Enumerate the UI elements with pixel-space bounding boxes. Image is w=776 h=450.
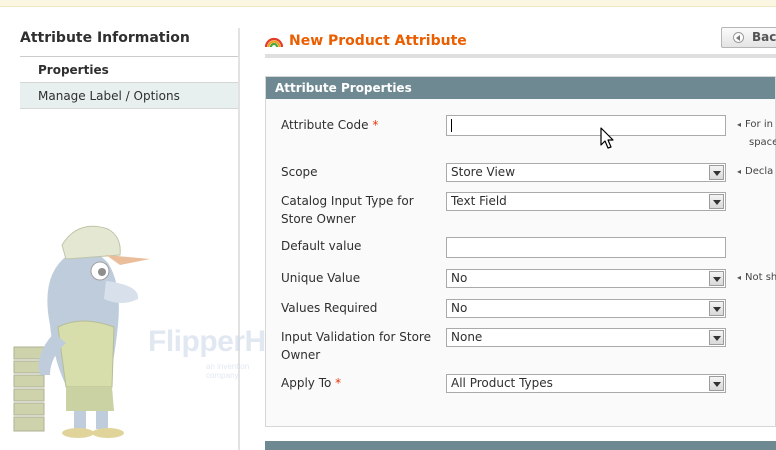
attribute-code-note: ◂ For in space — [737, 119, 776, 148]
attribute-code-label: Attribute Code * — [281, 118, 379, 132]
back-arrow-icon — [733, 32, 744, 43]
unique-value-label: Unique Value — [281, 271, 361, 285]
mouse-cursor-icon — [600, 127, 614, 149]
scope-label: Scope — [281, 165, 318, 179]
sidebar-title: Attribute Information — [20, 26, 240, 57]
default-value-input[interactable] — [446, 237, 726, 258]
scope-select[interactable]: Store View — [446, 163, 726, 182]
page-title: New Product Attribute — [289, 33, 467, 49]
attribute-code-input[interactable] — [446, 115, 726, 136]
chevron-down-icon — [709, 301, 724, 316]
back-button[interactable]: Back — [721, 27, 776, 48]
back-button-label: Back — [752, 30, 776, 44]
rainbow-icon — [265, 37, 283, 48]
next-fieldset-header — [265, 441, 776, 450]
chevron-down-icon — [709, 271, 724, 286]
text-caret — [451, 119, 452, 132]
chevron-down-icon — [709, 376, 724, 391]
input-validation-label: Input Validation for Store Owner — [281, 330, 431, 362]
sidebar: Attribute Information Properties Manage … — [20, 26, 240, 109]
watermark-logo: FlipperHost an invention company — [10, 215, 310, 445]
sidebar-item-properties[interactable]: Properties — [20, 57, 240, 83]
chevron-down-icon — [709, 194, 724, 209]
apply-to-select[interactable]: All Product Types — [446, 374, 726, 393]
sidebar-item-manage-label-options[interactable]: Manage Label / Options — [20, 83, 240, 109]
catalog-input-type-label: Catalog Input Type for Store Owner — [281, 194, 414, 226]
scope-note: ◂ Decla — [737, 166, 774, 177]
catalog-input-type-select[interactable]: Text Field — [446, 192, 726, 211]
default-value-label: Default value — [281, 239, 362, 253]
top-notification-strip — [0, 0, 776, 7]
apply-to-label: Apply To * — [281, 376, 342, 390]
chevron-down-icon — [709, 165, 724, 180]
chevron-down-icon — [709, 330, 724, 345]
attribute-properties-fieldset: Attribute Properties Attribute Code * ◂ F… — [265, 76, 776, 427]
values-required-label: Values Required — [281, 301, 378, 315]
unique-value-select[interactable]: No — [446, 269, 726, 288]
values-required-select[interactable]: No — [446, 299, 726, 318]
unique-value-note: ◂ Not sh — [737, 272, 776, 283]
fieldset-title: Attribute Properties — [266, 77, 775, 99]
input-validation-select[interactable]: None — [446, 328, 726, 347]
required-star: * — [335, 376, 342, 390]
page-header: New Product Attribute Back — [265, 27, 776, 58]
required-star: * — [372, 118, 379, 132]
